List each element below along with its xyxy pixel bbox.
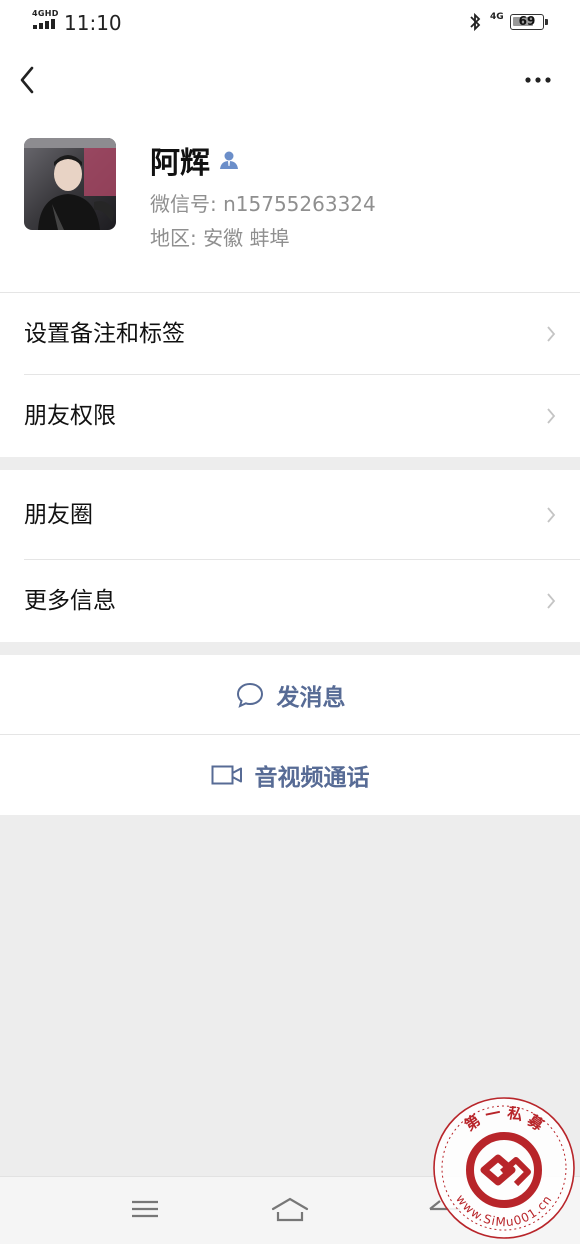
home-button[interactable]: [270, 1195, 310, 1229]
avatar-photo: [24, 138, 116, 230]
signal-icon: [33, 19, 55, 29]
menu-item-label: 朋友权限: [24, 403, 116, 429]
wechat-id: 微信号: n15755263324: [150, 192, 376, 216]
status-time: 11:10: [64, 11, 122, 35]
more-dots-icon: [525, 77, 551, 83]
battery-level: 69: [518, 14, 536, 28]
chat-bubble-icon: [236, 682, 263, 708]
avatar[interactable]: [24, 138, 116, 230]
person-icon: [220, 151, 238, 169]
watermark-seal-icon: 第 一 私 募 www.SiMu001.cn: [433, 1097, 575, 1239]
menu-group-1: 设置备注和标签 朋友权限: [0, 292, 580, 457]
back-button[interactable]: [14, 62, 44, 98]
chevron-right-icon: [547, 507, 556, 523]
menu-item-moments[interactable]: 朋友圈: [0, 470, 580, 560]
menu-item-label: 设置备注和标签: [24, 321, 185, 347]
bluetooth-icon: [470, 12, 481, 32]
menu-group-2: 朋友圈 更多信息: [0, 470, 580, 642]
chevron-right-icon: [547, 326, 556, 342]
action-group: 发消息 音视频通话: [0, 655, 580, 815]
more-options-button[interactable]: [518, 70, 558, 90]
nav-bar: [0, 44, 580, 116]
menu-button[interactable]: [130, 1195, 160, 1227]
send-message-button[interactable]: 发消息: [0, 655, 580, 735]
region: 地区: 安徽 蚌埠: [150, 226, 290, 250]
video-camera-icon: [211, 765, 242, 785]
chevron-right-icon: [547, 593, 556, 609]
profile-name: 阿辉: [150, 146, 210, 181]
status-bar: 4GHD 11:10 4G 69: [0, 0, 580, 44]
send-message-label: 发消息: [276, 685, 346, 711]
chevron-right-icon: [547, 408, 556, 424]
menu-item-label: 更多信息: [24, 588, 116, 614]
menu-item-friend-permissions[interactable]: 朋友权限: [0, 375, 580, 457]
menu-item-label: 朋友圈: [24, 502, 93, 528]
menu-item-remark-tags[interactable]: 设置备注和标签: [0, 293, 580, 375]
battery-icon: 69: [510, 14, 548, 30]
menu-icon: [132, 1200, 158, 1218]
mobile-data-label: 4G: [490, 12, 504, 22]
home-icon: [271, 1197, 309, 1222]
profile-header: 阿辉 微信号: n15755263324 地区: 安徽 蚌埠: [0, 116, 580, 292]
network-type: 4GHD: [32, 9, 59, 18]
menu-item-more-info[interactable]: 更多信息: [0, 560, 580, 642]
chevron-left-icon: [20, 66, 34, 94]
video-call-label: 音视频通话: [254, 765, 370, 791]
name-row: 阿辉: [150, 138, 240, 182]
video-call-button[interactable]: 音视频通话: [0, 735, 580, 815]
